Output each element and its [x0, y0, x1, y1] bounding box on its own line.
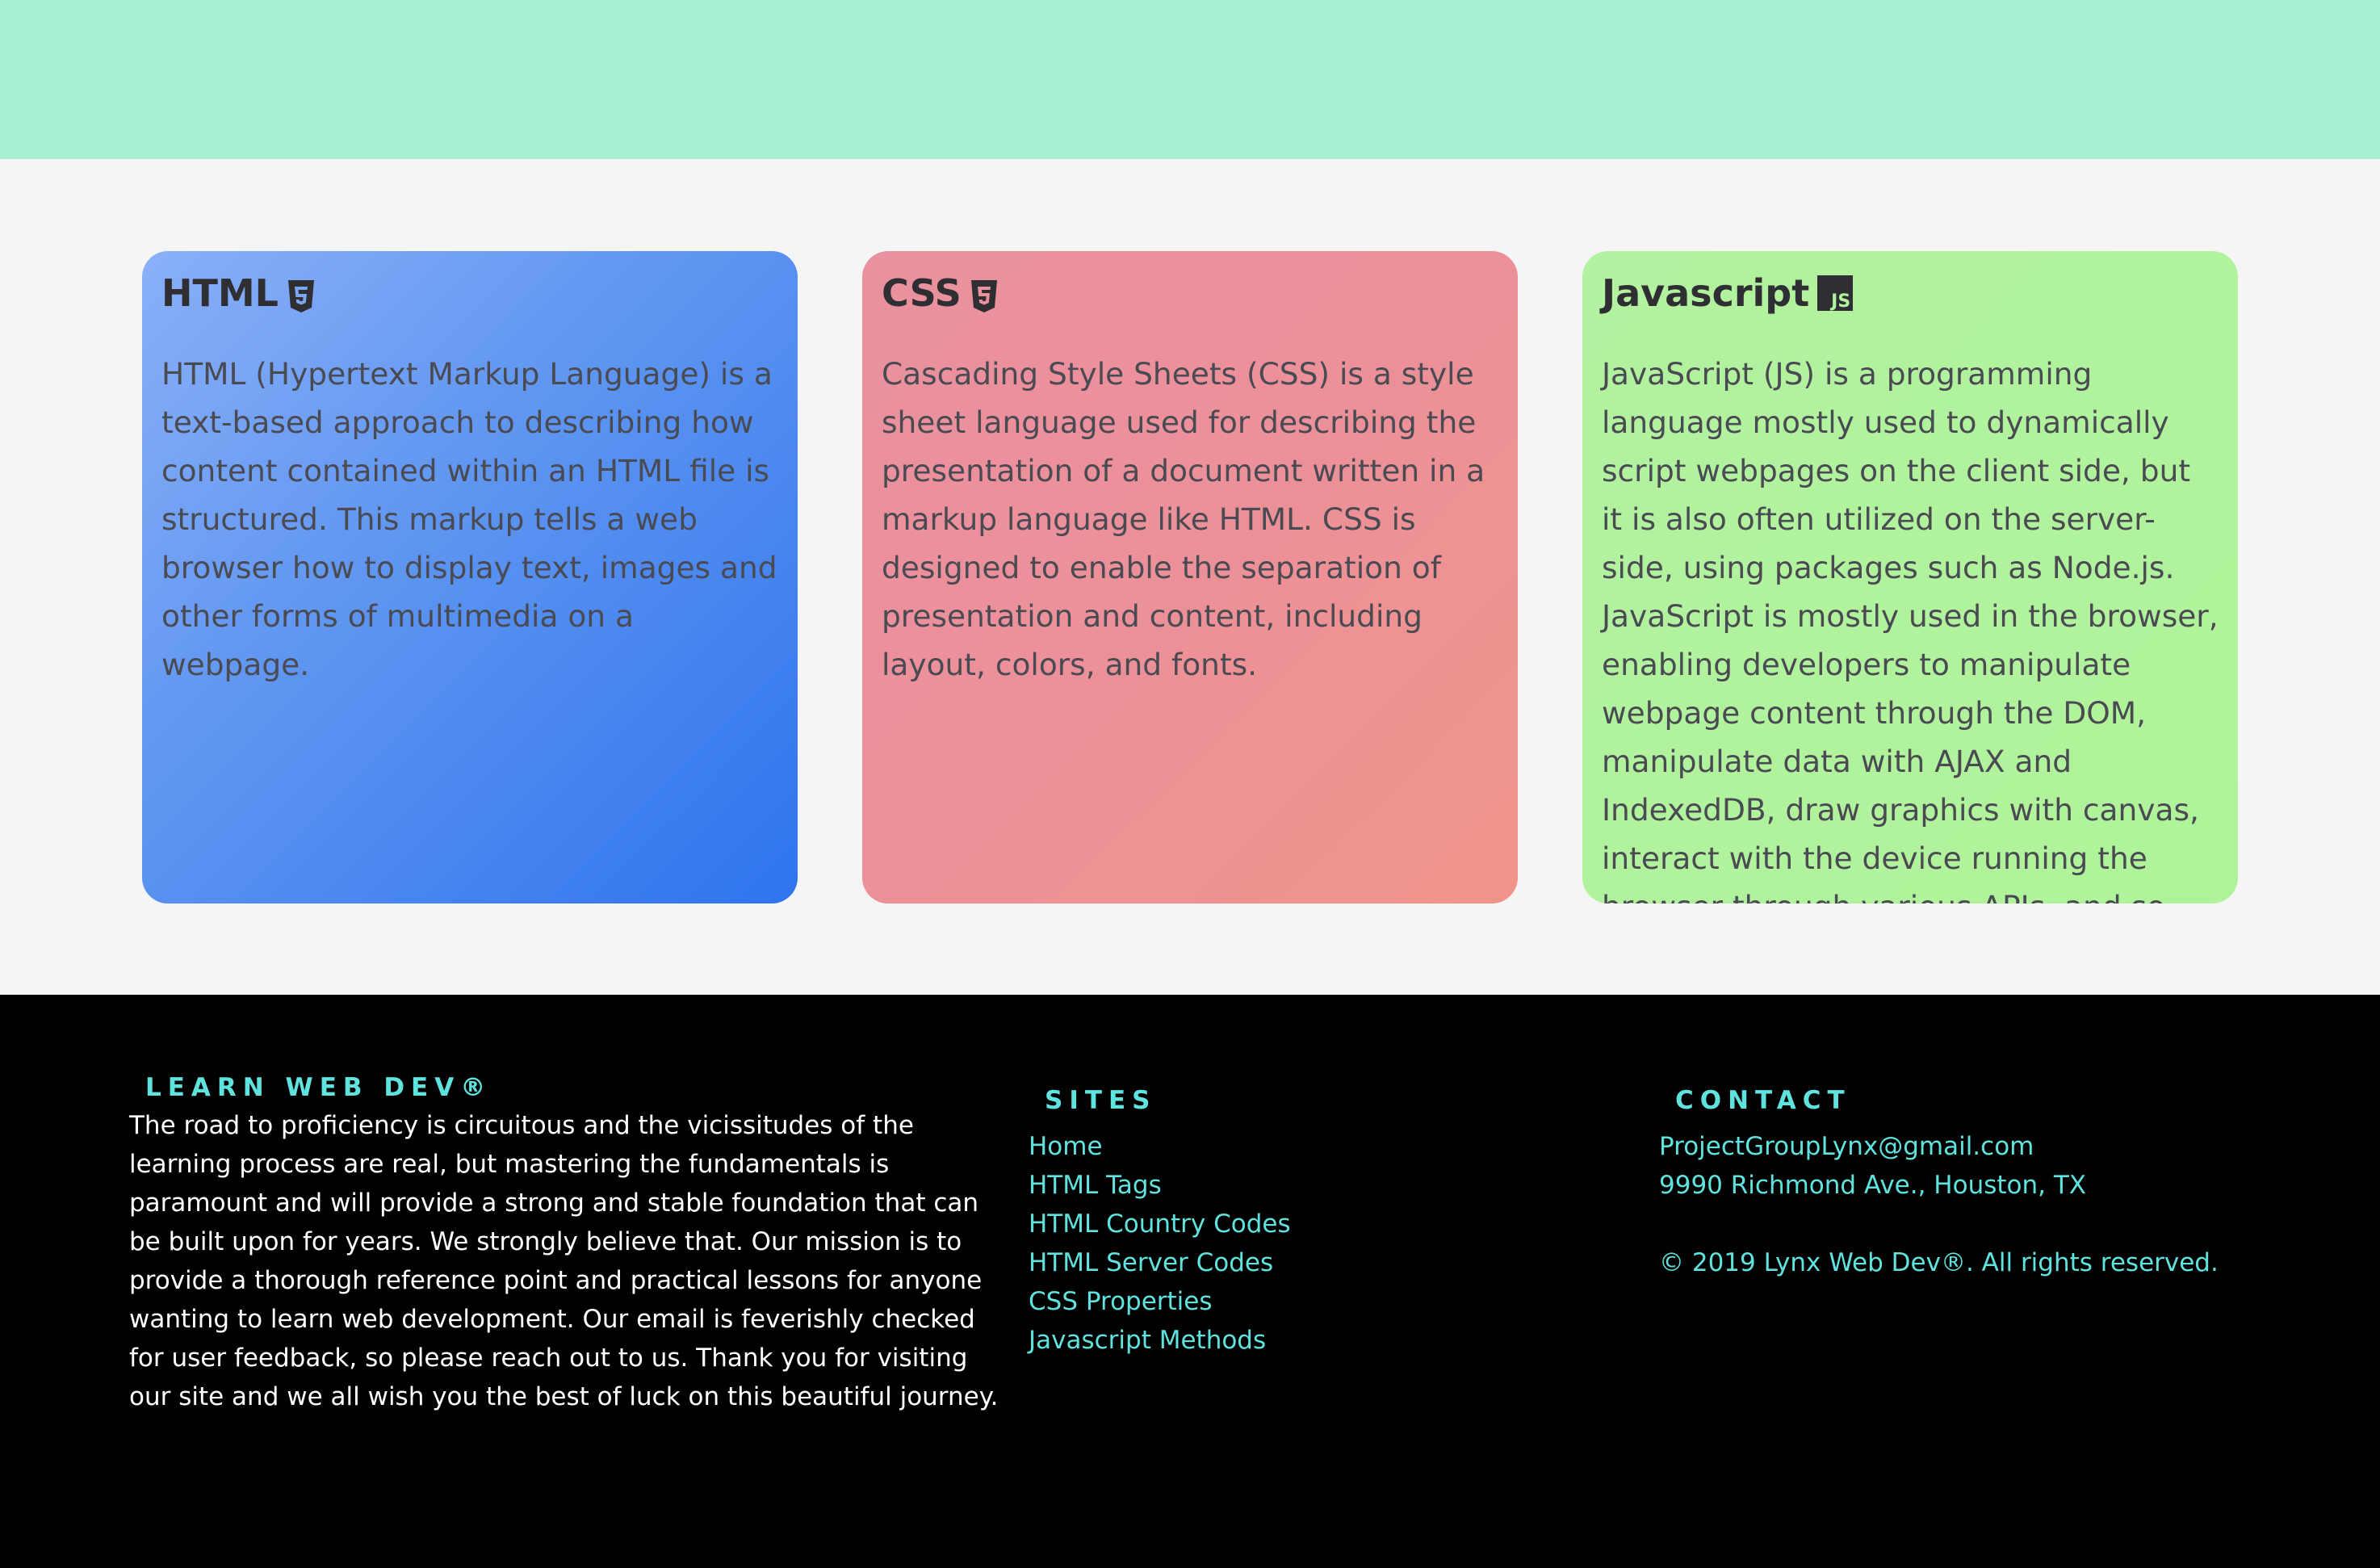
- footer-contact-details: ProjectGroupLynx@gmail.com 9990 Richmond…: [1659, 1127, 2305, 1282]
- site-footer: LEARN WEB DEV® The road to proficiency i…: [0, 995, 2380, 1568]
- html5-icon: [287, 275, 316, 312]
- card-javascript-description: JavaScript (JS) is a programming languag…: [1602, 356, 2219, 903]
- list-item: HTML Tags: [1029, 1166, 1432, 1205]
- card-javascript-title-text: Javascript: [1602, 271, 1810, 315]
- list-item: Home: [1029, 1127, 1432, 1166]
- link-home[interactable]: Home: [1029, 1132, 1103, 1161]
- css3-icon: [970, 275, 999, 312]
- js-icon: JS: [1817, 275, 1854, 312]
- footer-contact-heading: CONTACT: [1675, 1086, 1851, 1115]
- card-html-title-text: HTML: [161, 271, 279, 315]
- list-item: Javascript Methods: [1029, 1321, 1432, 1360]
- footer-sites-links: Home HTML Tags HTML Country Codes HTML S…: [1029, 1127, 1432, 1360]
- card-html-description: HTML (Hypertext Markup Language) is a te…: [161, 356, 777, 682]
- link-javascript-methods[interactable]: Javascript Methods: [1029, 1326, 1266, 1355]
- card-css-title-text: CSS: [882, 271, 962, 315]
- card-css: CSS Cascading Style Sheets (CSS) is a st…: [862, 251, 1518, 903]
- card-javascript-title: Javascript JS: [1602, 267, 2219, 319]
- list-item: HTML Country Codes: [1029, 1205, 1432, 1243]
- link-html-server-codes[interactable]: HTML Server Codes: [1029, 1248, 1273, 1277]
- footer-about: LEARN WEB DEV® The road to proficiency i…: [129, 1071, 1001, 1416]
- footer-about-text: The road to proficiency is circuitous an…: [129, 1111, 999, 1411]
- footer-sites: SITES Home HTML Tags HTML Country Codes …: [1029, 1084, 1432, 1360]
- card-javascript: Javascript JS JavaScript (JS) is a progr…: [1582, 251, 2238, 903]
- link-html-country-codes[interactable]: HTML Country Codes: [1029, 1210, 1291, 1239]
- main-content: HTML HTML (Hypertext Markup Language) is…: [0, 159, 2380, 995]
- contact-email[interactable]: ProjectGroupLynx@gmail.com: [1659, 1127, 2305, 1166]
- card-html-title: HTML: [161, 267, 778, 319]
- footer-contact: CONTACT ProjectGroupLynx@gmail.com 9990 …: [1659, 1084, 2305, 1282]
- contact-spacer: [1659, 1205, 2305, 1243]
- link-html-tags[interactable]: HTML Tags: [1029, 1171, 1162, 1200]
- copyright-notice: © 2019 Lynx Web Dev®. All rights reserve…: [1659, 1248, 2219, 1277]
- list-item: CSS Properties: [1029, 1282, 1432, 1321]
- contact-address: 9990 Richmond Ave., Houston, TX: [1659, 1171, 2087, 1200]
- link-css-properties[interactable]: CSS Properties: [1029, 1287, 1213, 1316]
- card-html: HTML HTML (Hypertext Markup Language) is…: [142, 251, 798, 903]
- footer-sites-heading: SITES: [1045, 1086, 1157, 1115]
- card-css-description: Cascading Style Sheets (CSS) is a style …: [882, 356, 1485, 682]
- top-banner: [0, 0, 2380, 159]
- list-item: HTML Server Codes: [1029, 1243, 1432, 1282]
- card-css-title: CSS: [882, 267, 1498, 319]
- footer-about-heading: LEARN WEB DEV®: [145, 1073, 492, 1102]
- js-icon-label: JS: [1831, 291, 1851, 312]
